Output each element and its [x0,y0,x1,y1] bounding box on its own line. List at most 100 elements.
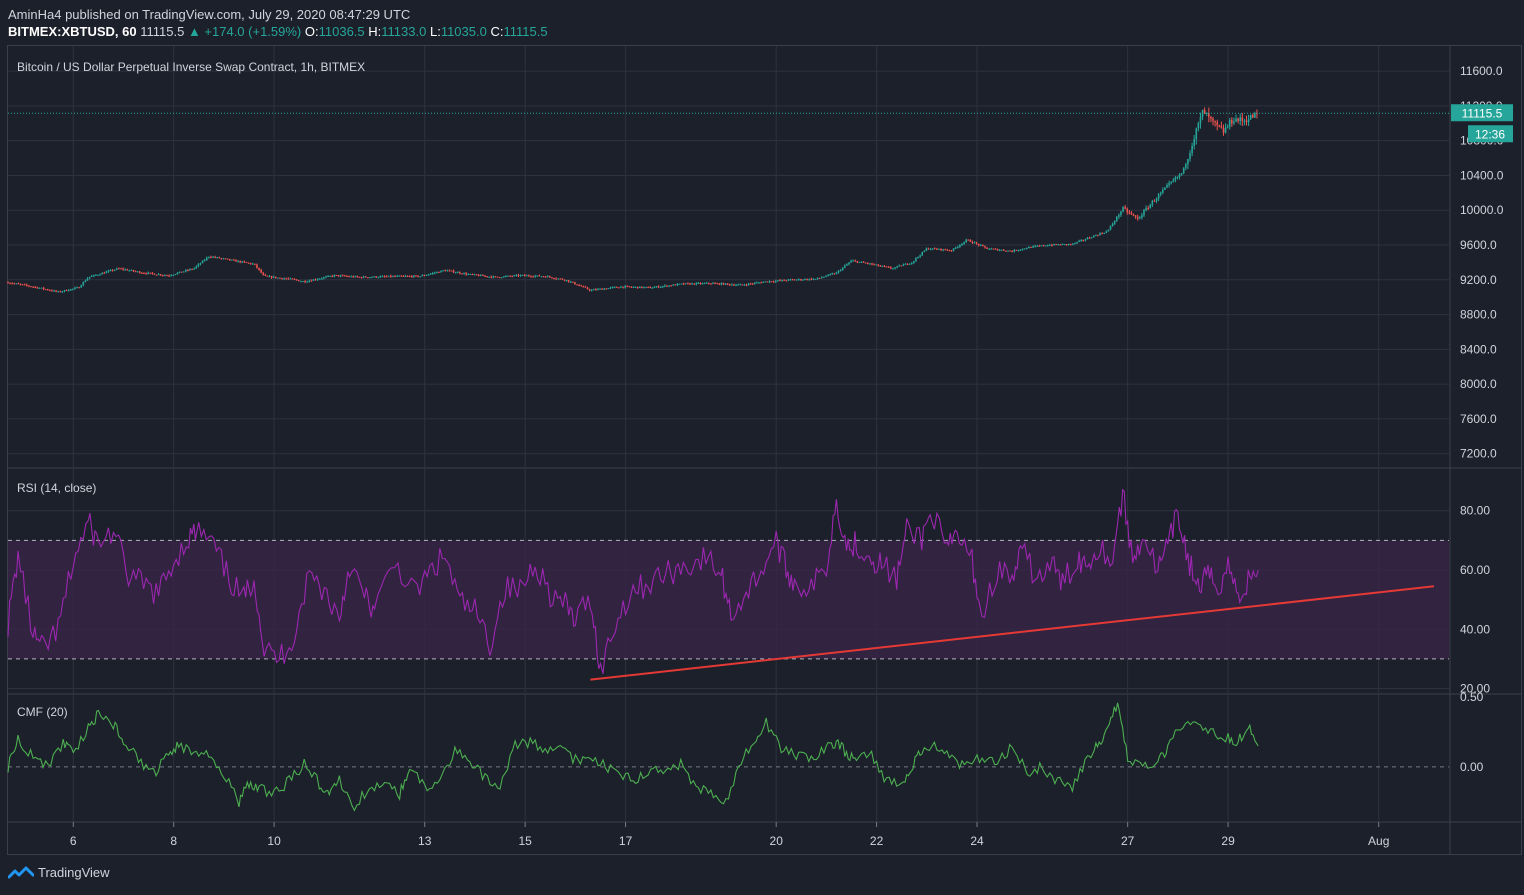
candle-body [906,263,909,265]
candle-body [756,282,758,284]
candle-body [574,282,576,285]
candle-body [992,248,995,250]
candle-body [385,276,388,278]
candle-body [823,276,825,278]
candle-body [417,275,419,277]
candle-body [787,279,790,281]
candle-body [105,271,108,274]
candle-body [716,283,719,285]
candle-body [858,261,861,263]
candle-body [69,289,72,291]
candle-body [754,282,756,284]
candle-body [561,278,564,280]
candle-body [63,290,66,292]
candle-body [664,285,666,287]
candle-body [873,264,875,266]
candle-body [38,287,41,289]
axes: 68101315172022242729Aug11600.011200.0108… [70,64,1513,848]
candle-body [973,242,976,244]
candle-body [772,281,775,283]
candle-body [17,283,20,285]
candle-body [461,273,463,275]
candle-body [678,283,681,285]
price-tick-label: 11600.0 [1460,64,1503,78]
candle-body [356,276,359,278]
x-tick-label: 15 [518,834,532,848]
candle-body [595,289,597,291]
candle-body [80,285,83,288]
price-tick-label: 9200.0 [1460,273,1497,287]
candle-body [835,272,838,274]
candle-body [425,274,428,276]
candle-body [1195,128,1198,140]
candle-body [852,260,854,262]
candle-body [331,275,334,277]
candle-body [676,283,679,286]
candle-body [172,274,175,276]
candle-body [1210,116,1212,119]
candle-body [534,275,536,277]
candle-body [170,275,172,277]
candle-body [887,266,890,268]
candle-body [651,287,654,289]
candle-body [346,276,348,278]
candle-body [921,251,924,256]
candle-body [1097,235,1099,237]
candle-body [980,245,982,247]
brand-name[interactable]: TradingView [38,865,110,880]
candle-body [187,270,189,272]
candle-body [971,241,974,243]
candle-body [373,276,375,278]
candle-body [42,287,45,290]
chart-canvas[interactable]: 68101315172022242729Aug11600.011200.0108… [0,0,1524,895]
candle-body [415,275,417,277]
candle-body [30,286,32,288]
candle-body [402,275,405,277]
candle-body [394,276,396,278]
candle-body [584,286,587,288]
candle-body [354,276,357,278]
candle-body [247,262,250,264]
candle-body [933,248,936,250]
candle-body [143,273,145,275]
candle-body [222,258,225,260]
candle-body [672,284,675,286]
candle-body [607,288,610,290]
candle-body [189,269,191,271]
candle-body [323,277,325,279]
candle-body [710,283,712,285]
candle-body [875,264,877,266]
candle-body [423,275,426,277]
candle-body [36,287,39,289]
candle-body [107,270,110,272]
candle-body [57,291,60,293]
price-pane-title: Bitcoin / US Dollar Perpetual Inverse Sw… [17,60,366,74]
candle-body [61,291,64,293]
candle-body [1141,215,1143,218]
candle-body [1084,239,1087,241]
candle-body [1003,249,1005,251]
candle-body [208,256,210,258]
candle-body [812,278,815,280]
candle-body [289,278,292,280]
rsi-tick-label: 60.00 [1460,563,1490,577]
candle-body [465,273,467,275]
candle-body [1122,207,1124,212]
candle-body [565,280,568,282]
candle-body [101,272,103,275]
candle-body [603,288,606,290]
candle-body [1046,245,1049,247]
candle-body [952,248,955,251]
candle-body [1138,217,1141,219]
candle-body [1151,200,1154,205]
x-tick-label: 22 [870,834,884,848]
candle-body [174,274,177,276]
candle-body [588,289,591,291]
last-price-badge-value: 11115.5 [1462,106,1503,120]
candle-body [1239,117,1242,122]
candle-body [680,283,683,285]
candle-body [674,284,677,286]
candle-body [940,248,942,251]
candle-body [908,263,911,265]
candle-body [398,275,401,277]
